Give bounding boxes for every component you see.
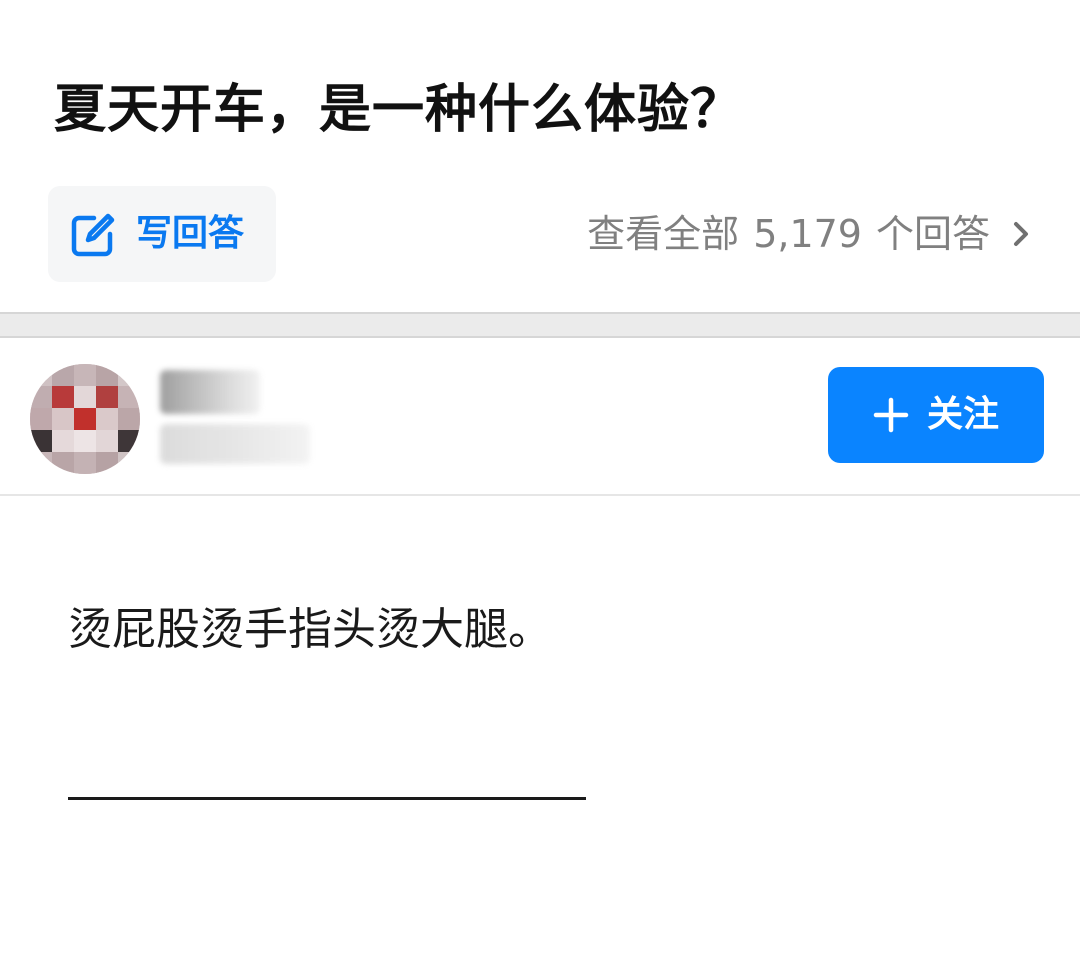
answer-text: 烫屁股烫手指头烫大腿。 [68, 604, 552, 655]
view-all-answers-link[interactable]: 查看全部 5,179 个回答 [587, 208, 1032, 260]
edit-icon [71, 213, 115, 257]
author-row: 关注 [0, 338, 1080, 496]
answer-divider-line [68, 797, 586, 800]
avatar[interactable] [30, 364, 140, 474]
section-divider [0, 312, 1080, 338]
avatar-mosaic-image [30, 364, 140, 474]
author-bio-redacted [160, 424, 310, 464]
write-answer-label: 写回答 [136, 213, 245, 254]
answer-count: 5,179 [753, 212, 862, 256]
plus-icon [873, 397, 909, 433]
view-all-prefix: 查看全部 [587, 212, 740, 256]
write-answer-button[interactable]: 写回答 [48, 186, 276, 282]
view-all-suffix: 个回答 [875, 212, 990, 256]
follow-label: 关注 [926, 394, 999, 435]
chevron-right-icon [1014, 222, 1028, 246]
answer-content[interactable]: 烫屁股烫手指头烫大腿。 [0, 496, 1080, 960]
author-name-redacted [160, 370, 260, 414]
follow-button[interactable]: 关注 [828, 367, 1044, 463]
question-title[interactable]: 夏天开车，是一种什么体验？ [54, 72, 743, 148]
question-header: 夏天开车，是一种什么体验？ 写回答 查看全部 5,179 个回答 [0, 0, 1080, 312]
author-info[interactable] [160, 366, 330, 476]
